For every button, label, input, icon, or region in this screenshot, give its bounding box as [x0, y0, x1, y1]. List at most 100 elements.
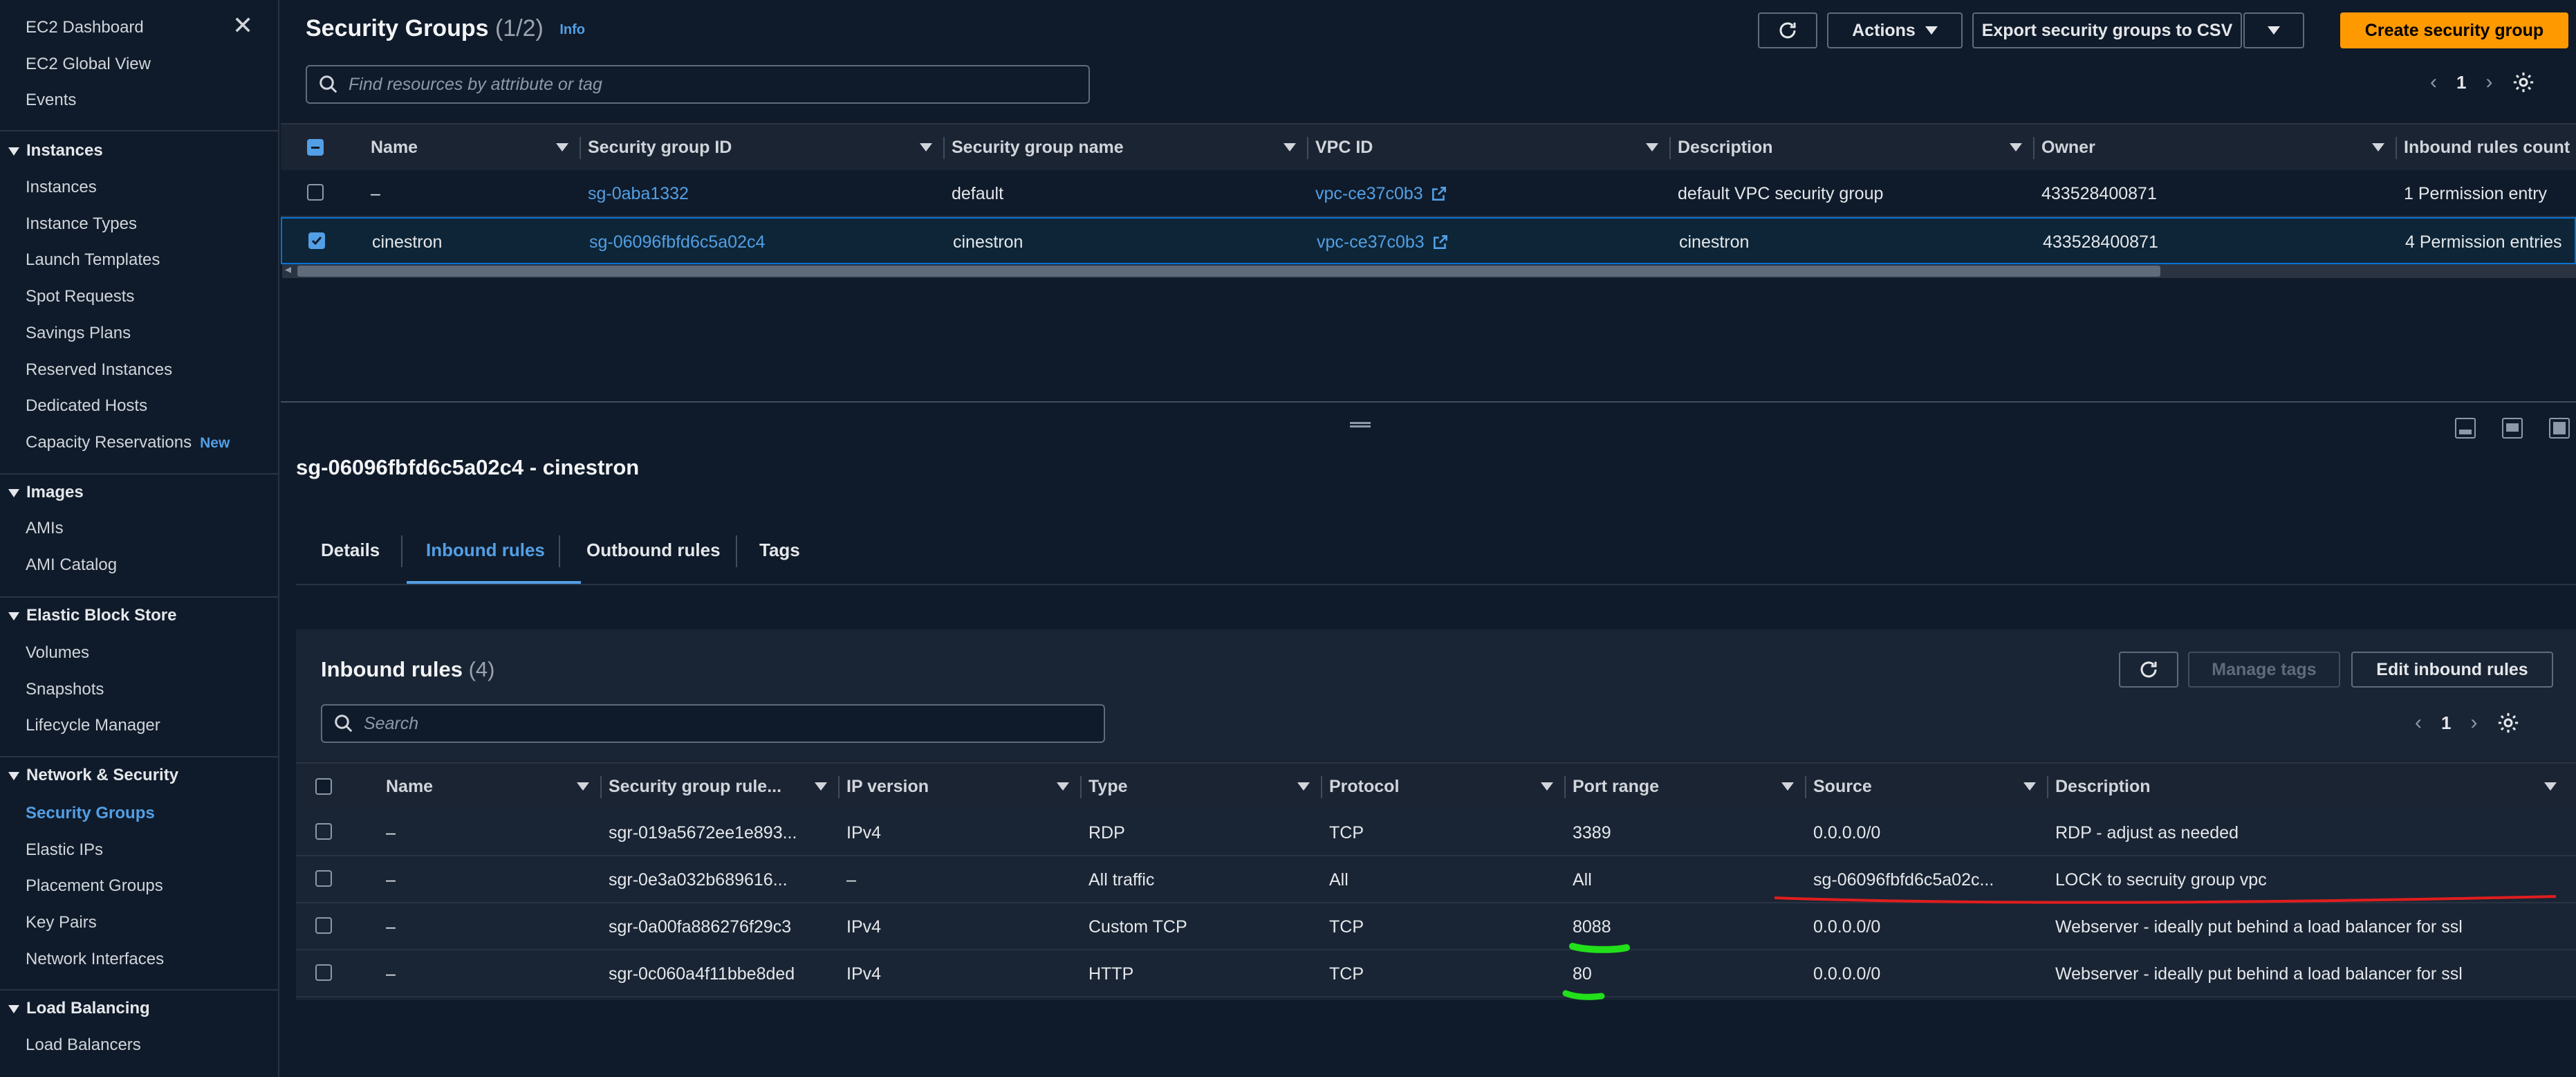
manage-tags-button[interactable]: Manage tags: [2188, 652, 2340, 688]
column-header-security-group-id[interactable]: Security group ID: [581, 125, 945, 170]
sidebar-item-instance-types[interactable]: Instance Types: [26, 214, 137, 234]
inbound-search-input[interactable]: [362, 712, 1066, 735]
prev-page-icon[interactable]: ‹: [2415, 711, 2422, 735]
refresh-button[interactable]: [1758, 12, 1817, 48]
sort-icon[interactable]: [1284, 143, 1296, 151]
sidebar-item-spot-requests[interactable]: Spot Requests: [26, 287, 134, 306]
sidebar-item-elastic-ips[interactable]: Elastic IPs: [26, 840, 103, 860]
actions-button[interactable]: Actions: [1827, 12, 1963, 48]
sidebar-item-instances[interactable]: Instances: [26, 178, 97, 197]
external-link-icon[interactable]: [1430, 185, 1448, 203]
sidebar-section-elastic-block-store[interactable]: Elastic Block Store: [8, 606, 176, 625]
panel-side-icon[interactable]: [2502, 418, 2523, 439]
sort-icon[interactable]: [2023, 782, 2036, 791]
row-checkbox[interactable]: [307, 184, 324, 201]
column-header-type[interactable]: Type: [1082, 764, 1322, 809]
tab-details[interactable]: Details: [321, 540, 380, 561]
prev-page-icon[interactable]: ‹: [2430, 71, 2437, 94]
export-csv-button[interactable]: Export security groups to CSV: [1972, 12, 2242, 48]
sidebar-section-network-security[interactable]: Network & Security: [8, 766, 178, 785]
tab-tags[interactable]: Tags: [759, 540, 800, 561]
column-header-owner[interactable]: Owner: [2035, 125, 2397, 170]
column-header-protocol[interactable]: Protocol: [1322, 764, 1566, 809]
sort-icon[interactable]: [2010, 143, 2022, 151]
row-checkbox[interactable]: [315, 870, 332, 887]
next-page-icon[interactable]: ›: [2485, 71, 2492, 94]
table-row[interactable]: – sgr-0a00fa886276f29c3 IPv4 Custom TCP TCP 8…: [296, 903, 2576, 950]
sidebar-item-network-interfaces[interactable]: Network Interfaces: [26, 950, 164, 969]
next-page-icon[interactable]: ›: [2470, 711, 2477, 735]
sort-icon[interactable]: [1646, 143, 1658, 151]
sidebar-item-volumes[interactable]: Volumes: [26, 643, 89, 663]
cell-value[interactable]: sg-0aba1332: [588, 184, 689, 204]
table-row[interactable]: – sgr-019a5672ee1e893... IPv4 RDP TCP 3389 0.0…: [296, 809, 2576, 856]
info-link[interactable]: Info: [559, 22, 585, 37]
sort-icon[interactable]: [1541, 782, 1553, 791]
sidebar-item-reserved-instances[interactable]: Reserved Instances: [26, 360, 172, 380]
sort-icon[interactable]: [1781, 782, 1794, 791]
sidebar-item-security-groups[interactable]: Security Groups: [26, 804, 155, 823]
sidebar-item-amis[interactable]: AMIs: [26, 519, 64, 538]
sort-icon[interactable]: [815, 782, 827, 791]
sidebar-item-savings-plans[interactable]: Savings Plans: [26, 324, 131, 343]
column-header-vpc-id[interactable]: VPC ID: [1308, 125, 1671, 170]
scrollbar-thumb[interactable]: [297, 266, 2160, 277]
sidebar-item-dedicated-hosts[interactable]: Dedicated Hosts: [26, 396, 147, 416]
create-security-group-button[interactable]: Create security group: [2340, 12, 2568, 48]
panel-hide-icon[interactable]: [2549, 418, 2570, 439]
column-header-port-range[interactable]: Port range: [1566, 764, 1806, 809]
sidebar-section-images[interactable]: Images: [8, 483, 84, 502]
current-page[interactable]: 1: [2441, 712, 2451, 734]
column-header-security-group-name[interactable]: Security group name: [945, 125, 1308, 170]
gear-icon[interactable]: [2496, 711, 2520, 735]
sidebar-item-capacity-reservations[interactable]: Capacity Reservations New: [26, 433, 230, 452]
sidebar-section-instances[interactable]: Instances: [8, 141, 103, 160]
sidebar-item-snapshots[interactable]: Snapshots: [26, 680, 104, 699]
cell-value[interactable]: sg-06096fbfd6c5a02c4: [589, 232, 765, 252]
edit-inbound-rules-button[interactable]: Edit inbound rules: [2351, 652, 2553, 688]
sort-icon[interactable]: [1297, 782, 1310, 791]
column-header-description[interactable]: Description: [2048, 764, 2569, 809]
sort-icon[interactable]: [1057, 782, 1069, 791]
row-checkbox[interactable]: [315, 964, 332, 981]
close-icon[interactable]: ✕: [232, 13, 253, 38]
column-header-name[interactable]: Name: [379, 764, 602, 809]
sidebar-item-events[interactable]: Events: [26, 91, 76, 110]
drag-handle-icon[interactable]: [1350, 422, 1371, 427]
panel-bottom-icon[interactable]: [2455, 418, 2476, 439]
scroll-left-icon[interactable]: ◂: [285, 262, 291, 277]
column-header-ip-version[interactable]: IP version: [840, 764, 1082, 809]
table-row[interactable]: cinestron sg-06096fbfd6c5a02c4 cinestron vp…: [281, 217, 2576, 264]
current-page[interactable]: 1: [2456, 72, 2466, 93]
inbound-refresh-button[interactable]: [2119, 652, 2178, 688]
column-header-description[interactable]: Description: [1671, 125, 2035, 170]
sidebar-item-key-pairs[interactable]: Key Pairs: [26, 913, 97, 932]
resource-search[interactable]: [306, 65, 1090, 104]
sidebar-item-placement-groups[interactable]: Placement Groups: [26, 876, 163, 896]
cell-value[interactable]: vpc-ce37c0b3: [1317, 232, 1425, 252]
column-header-name[interactable]: Name: [364, 125, 581, 170]
sort-icon[interactable]: [2544, 782, 2557, 791]
row-checkbox[interactable]: [315, 823, 332, 840]
inbound-search[interactable]: [321, 704, 1105, 743]
sidebar-item-ec2-dashboard[interactable]: EC2 Dashboard: [26, 18, 144, 37]
sidebar-item-lifecycle-manager[interactable]: Lifecycle Manager: [26, 716, 160, 735]
sidebar-item-load-balancers[interactable]: Load Balancers: [26, 1035, 141, 1055]
export-dropdown-button[interactable]: [2243, 12, 2304, 48]
sort-icon[interactable]: [2372, 143, 2384, 151]
sort-icon[interactable]: [920, 143, 932, 151]
column-header-source[interactable]: Source: [1806, 764, 2048, 809]
external-link-icon[interactable]: [1431, 233, 1449, 251]
select-all-checkbox[interactable]: [315, 778, 332, 795]
sg-table-scrollbar[interactable]: ◂: [282, 262, 2576, 278]
column-header-inbound-rules-count[interactable]: Inbound rules count: [2397, 125, 2570, 170]
sidebar-item-ami-catalog[interactable]: AMI Catalog: [26, 555, 117, 575]
sidebar-section-load-balancing[interactable]: Load Balancing: [8, 999, 150, 1018]
gear-icon[interactable]: [2512, 71, 2535, 94]
sort-icon[interactable]: [577, 782, 589, 791]
select-all-checkbox[interactable]: [307, 139, 324, 156]
sidebar-item-ec2-global-view[interactable]: EC2 Global View: [26, 55, 151, 74]
tab-inbound-rules[interactable]: Inbound rules: [426, 540, 545, 561]
tab-outbound-rules[interactable]: Outbound rules: [586, 540, 721, 561]
table-row[interactable]: – sg-0aba1332 default vpc-ce37c0b3 default V…: [281, 170, 2576, 217]
